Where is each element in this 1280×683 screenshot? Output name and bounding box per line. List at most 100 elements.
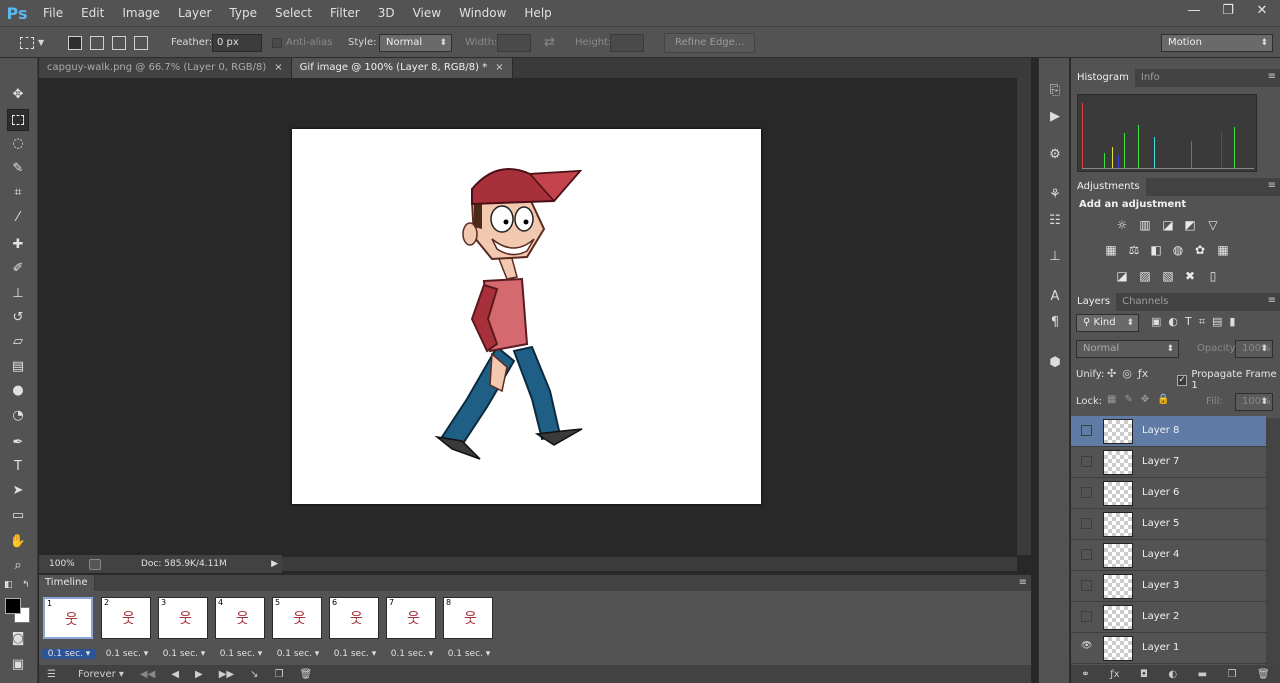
propagate-checkbox[interactable]: ✓ [1177, 374, 1188, 386]
style-select[interactable]: Normal [379, 33, 452, 52]
hue-saturation-icon[interactable]: ▦ [1103, 242, 1119, 258]
vibrance-icon[interactable]: ▽ [1205, 217, 1221, 233]
lock-pixels-icon[interactable]: ✎ [1124, 394, 1132, 405]
eyedropper-tool-icon[interactable]: ⁄ [7, 207, 29, 229]
visibility-toggle[interactable] [1081, 425, 1092, 436]
color-balance-icon[interactable]: ⚖ [1126, 242, 1142, 258]
brightness-icon[interactable]: ☼ [1114, 217, 1130, 233]
timeline-menu-icon[interactable]: ≡ [1019, 577, 1027, 588]
menu-help[interactable]: Help [515, 0, 560, 26]
prev-frame-icon[interactable]: ◀ [171, 669, 179, 680]
add-selection-icon[interactable] [90, 35, 104, 50]
add-mask-icon[interactable]: ◘ [1140, 669, 1148, 680]
foreground-color-swatch[interactable] [5, 598, 21, 614]
channel-mixer-icon[interactable]: ✿ [1192, 242, 1208, 258]
intersect-selection-icon[interactable] [134, 35, 148, 50]
unify-position-icon[interactable]: ✣ [1107, 367, 1116, 380]
tab-adjustments[interactable]: Adjustments [1071, 178, 1146, 196]
zoom-level[interactable]: 100% [49, 559, 89, 569]
layer-row-8[interactable]: Layer 8 [1071, 416, 1266, 447]
filter-pixel-icon[interactable]: ▣ [1151, 315, 1161, 329]
panel-menu-icon[interactable]: ≡ [1268, 295, 1276, 306]
properties-icon[interactable]: ⚙ [1044, 144, 1066, 166]
menu-type[interactable]: Type [220, 0, 266, 26]
3d-panel-icon[interactable]: ⬢ [1044, 352, 1066, 374]
layer-row-1[interactable]: 👁 Layer 1 [1071, 633, 1266, 664]
quick-select-tool-icon[interactable]: ✎ [7, 158, 29, 180]
tab-histogram[interactable]: Histogram [1071, 69, 1135, 87]
canvas-vertical-scrollbar[interactable] [1017, 78, 1031, 555]
blur-tool-icon[interactable]: ● [7, 380, 29, 402]
convert-timeline-icon[interactable]: ☰ [47, 669, 56, 680]
timeline-frame-6[interactable]: 6웃 [329, 597, 379, 639]
unify-style-icon[interactable]: ƒx [1138, 367, 1148, 380]
dodge-tool-icon[interactable]: ◔ [7, 405, 29, 427]
antialias-checkbox[interactable] [272, 37, 282, 48]
menu-window[interactable]: Window [450, 0, 515, 26]
gradient-map-icon[interactable]: ▯ [1205, 268, 1221, 284]
menu-3d[interactable]: 3D [369, 0, 404, 26]
menu-view[interactable]: View [404, 0, 450, 26]
gradient-tool-icon[interactable]: ▤ [7, 356, 29, 378]
panel-menu-icon[interactable]: ≡ [1268, 180, 1276, 191]
new-adjustment-icon[interactable]: ◐ [1168, 669, 1177, 680]
rect-marquee-tool-icon[interactable] [7, 109, 29, 131]
subtract-selection-icon[interactable] [112, 35, 126, 50]
frame-delay-5[interactable]: 0.1 sec. ▾ [271, 649, 325, 659]
delete-frame-icon[interactable]: 🗑 [299, 669, 312, 680]
swap-colors-icon[interactable]: ↰ [22, 580, 30, 590]
history-icon[interactable]: ⎘ [1044, 80, 1066, 102]
lock-transparency-icon[interactable]: ▦ [1107, 394, 1116, 405]
timeline-frame-5[interactable]: 5웃 [272, 597, 322, 639]
status-preview-icon[interactable] [89, 558, 101, 570]
new-group-icon[interactable]: ▬ [1198, 669, 1207, 680]
minimize-button[interactable]: — [1184, 2, 1204, 20]
layer-row-6[interactable]: Layer 6 [1071, 478, 1266, 509]
type-tool-icon[interactable]: T [7, 456, 29, 478]
move-tool-icon[interactable]: ✥ [7, 84, 29, 106]
new-layer-icon[interactable]: ❐ [1228, 669, 1237, 680]
menu-image[interactable]: Image [113, 0, 169, 26]
lock-all-icon[interactable]: 🔒 [1157, 394, 1169, 405]
blend-mode-select[interactable]: Normal [1076, 340, 1179, 358]
menu-layer[interactable]: Layer [169, 0, 220, 26]
timeline-frame-4[interactable]: 4웃 [215, 597, 265, 639]
crop-tool-icon[interactable]: ⌗ [7, 182, 29, 204]
filter-shape-icon[interactable]: ⌗ [1199, 315, 1205, 329]
close-tab-icon[interactable]: × [274, 62, 282, 73]
threshold-icon[interactable]: ▧ [1160, 268, 1176, 284]
hand-tool-icon[interactable]: ✋ [7, 531, 29, 553]
quick-mask-icon[interactable]: ◙ [7, 628, 29, 650]
menu-edit[interactable]: Edit [72, 0, 113, 26]
status-menu-arrow-icon[interactable]: ▶ [271, 559, 278, 569]
brush-panel-icon[interactable]: ⚘ [1044, 184, 1066, 206]
loop-select[interactable]: Forever ▾ [78, 669, 124, 680]
shape-tool-icon[interactable]: ▭ [7, 505, 29, 527]
menu-file[interactable]: File [34, 0, 72, 26]
curves-icon[interactable]: ◪ [1160, 217, 1176, 233]
lasso-tool-icon[interactable]: ◌ [7, 133, 29, 155]
doc-tab-gif[interactable]: Gif image @ 100% (Layer 8, RGB/8) * × [291, 58, 513, 78]
eraser-tool-icon[interactable]: ▱ [7, 331, 29, 353]
document-canvas[interactable] [292, 129, 761, 504]
frame-delay-3[interactable]: 0.1 sec. ▾ [157, 649, 211, 659]
screen-mode-icon[interactable]: ▣ [7, 654, 29, 676]
timeline-frame-1[interactable]: 1웃 [43, 597, 93, 639]
workspace-select[interactable]: Motion [1161, 33, 1273, 52]
filter-type-icon[interactable]: T [1185, 315, 1192, 329]
play-icon[interactable]: ▶ [195, 669, 203, 680]
frame-delay-6[interactable]: 0.1 sec. ▾ [328, 649, 382, 659]
unify-visibility-icon[interactable]: ◎ [1122, 367, 1132, 380]
close-tab-icon[interactable]: × [495, 62, 503, 73]
clone-stamp-tool-icon[interactable]: ⊥ [7, 283, 29, 305]
healing-brush-tool-icon[interactable]: ✚ [7, 234, 29, 256]
tab-info[interactable]: Info [1135, 69, 1166, 87]
next-frame-icon[interactable]: ▶▶ [219, 669, 234, 680]
eye-icon[interactable]: 👁 [1081, 642, 1092, 653]
character-icon[interactable]: A [1044, 286, 1066, 308]
feather-input[interactable]: 0 px [212, 33, 262, 52]
levels-icon[interactable]: ▥ [1137, 217, 1153, 233]
timeline-frame-3[interactable]: 3웃 [158, 597, 208, 639]
pen-tool-icon[interactable]: ✒ [7, 432, 29, 454]
layer-row-5[interactable]: Layer 5 [1071, 509, 1266, 540]
